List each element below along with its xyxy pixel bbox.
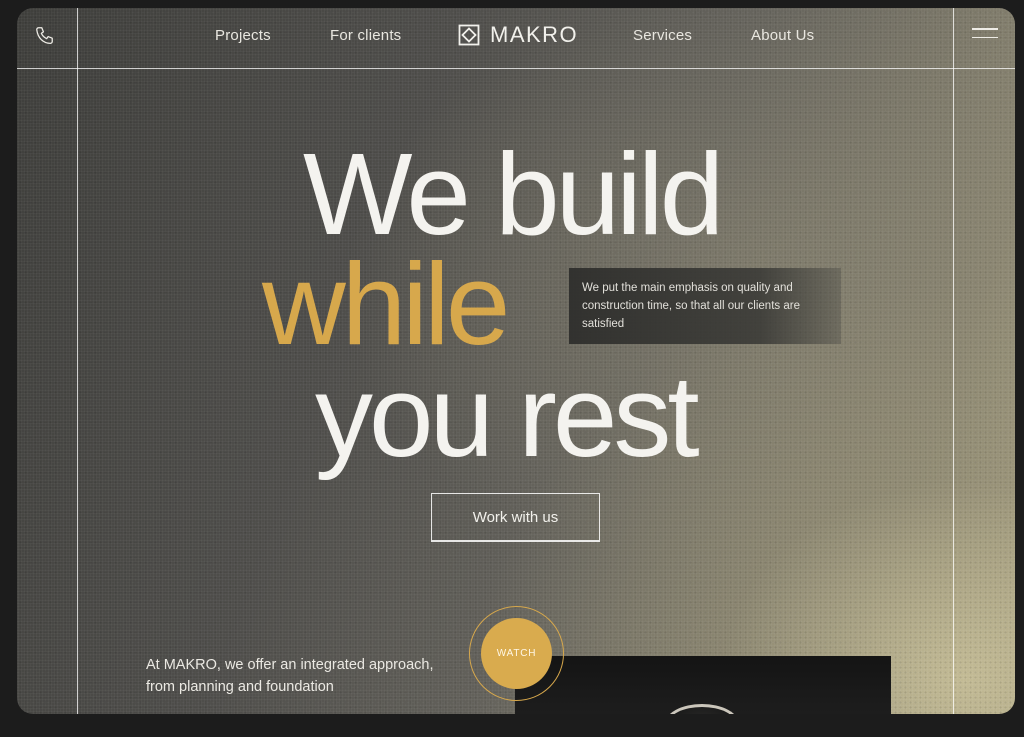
hero-headline-line-2: while: [262, 239, 510, 369]
watch-label: WATCH: [481, 618, 552, 689]
grid-line-left: [77, 8, 78, 714]
grid-line-right: [953, 8, 954, 714]
logo[interactable]: MAKRO: [458, 22, 578, 48]
nav-link-services[interactable]: Services: [633, 27, 692, 44]
hero-headline-line-1: We build: [303, 129, 724, 259]
video-thumbnail-object: [665, 704, 739, 714]
work-with-us-button[interactable]: Work with us: [431, 493, 600, 542]
nav-link-for-clients[interactable]: For clients: [330, 27, 401, 44]
watch-button[interactable]: WATCH: [469, 606, 564, 701]
video-preview[interactable]: [515, 656, 891, 714]
hero-section: Projects For clients MAKRO Services Abou…: [17, 8, 1015, 714]
intro-text: At MAKRO, we offer an integrated approac…: [146, 657, 434, 695]
hero-headline-line-3: you rest: [315, 351, 700, 481]
header-divider: [17, 68, 1015, 69]
nav-link-projects[interactable]: Projects: [215, 27, 271, 44]
logo-mark-icon: [458, 24, 480, 46]
hero-tagline: We put the main emphasis on quality and …: [569, 268, 841, 344]
nav-link-about-us[interactable]: About Us: [751, 27, 814, 44]
phone-icon[interactable]: [34, 25, 56, 47]
logo-text: MAKRO: [490, 22, 579, 47]
hamburger-menu-icon[interactable]: [972, 28, 998, 44]
